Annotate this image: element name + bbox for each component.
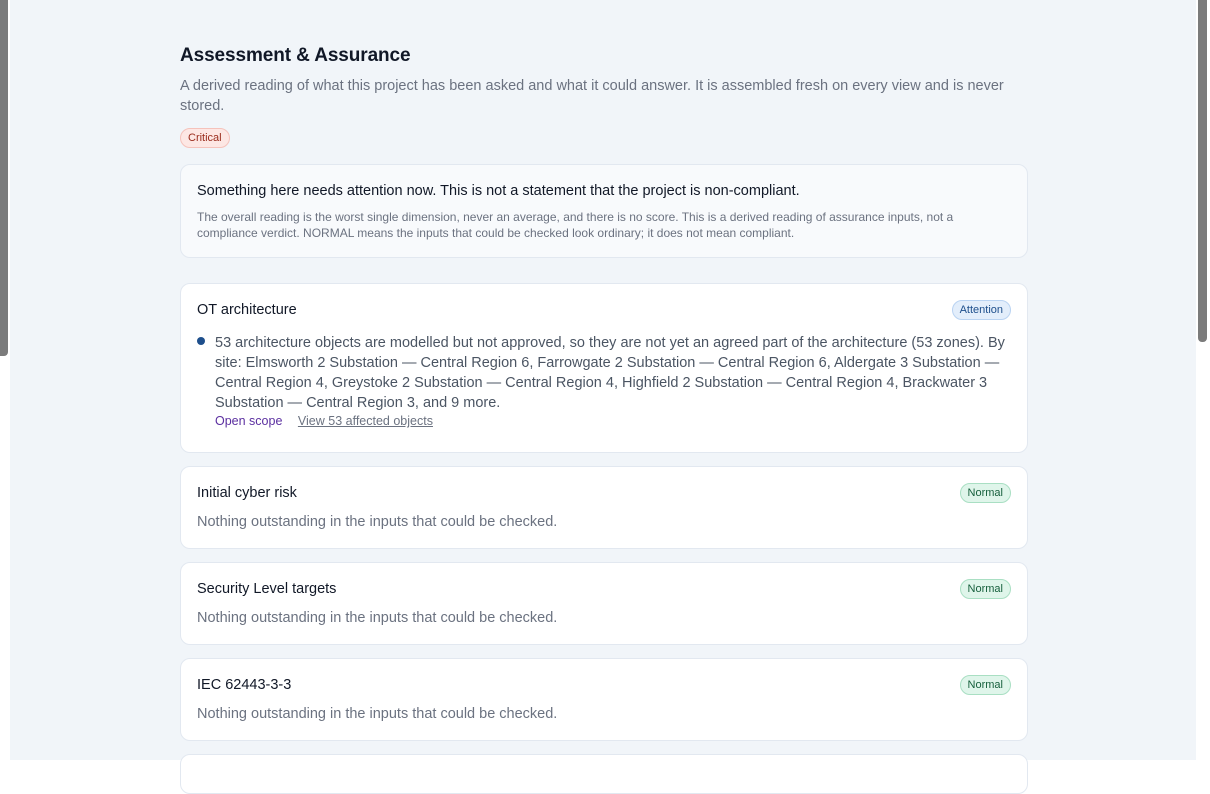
overall-summary-panel: Something here needs attention now. This…	[180, 164, 1028, 258]
summary-headline: Something here needs attention now. This…	[197, 183, 800, 199]
dimension-body: Nothing outstanding in the inputs that c…	[197, 706, 558, 722]
dimension-title: Initial cyber risk	[197, 485, 297, 501]
dimension-title: Security Level targets	[197, 581, 337, 597]
status-badge: Attention	[951, 300, 1011, 320]
dimension-card-initial-cyber-risk: Initial cyber risk Normal Nothing outsta…	[180, 466, 1028, 549]
finding-item: 53 architecture objects are modelled but…	[197, 333, 1011, 429]
status-badge: Normal	[959, 579, 1011, 599]
dimension-body: Nothing outstanding in the inputs that c…	[197, 514, 558, 530]
right-scrollbar-thumb[interactable]	[1198, 0, 1207, 342]
assessment-content: Assessment & Assurance A derived reading…	[180, 44, 1028, 794]
view-affected-objects-link[interactable]: View 53 affected objects	[298, 414, 433, 428]
status-badge: Normal	[959, 483, 1011, 503]
bullet-dot-icon	[197, 337, 205, 345]
summary-note: The overall reading is the worst single …	[197, 210, 954, 240]
dimension-card-security-level-targets: Security Level targets Normal Nothing ou…	[180, 562, 1028, 645]
status-badge: Normal	[959, 675, 1011, 695]
open-scope-link[interactable]: Open scope	[215, 414, 282, 428]
finding-text: 53 architecture objects are modelled but…	[215, 335, 1005, 411]
dimension-card-next	[180, 754, 1028, 794]
dimension-title: IEC 62443-3-3	[197, 677, 292, 693]
page-title: Assessment & Assurance	[180, 45, 411, 66]
page-subtitle: A derived reading of what this project h…	[180, 78, 1004, 114]
overall-status-badge: Critical	[180, 128, 230, 148]
dimension-body: Nothing outstanding in the inputs that c…	[197, 610, 558, 626]
left-scrollbar-thumb[interactable]	[0, 0, 8, 356]
dimension-card-ot-architecture: OT architecture Attention 53 architectur…	[180, 283, 1028, 453]
dimension-title: OT architecture	[197, 302, 297, 318]
dimension-card-iec-62443-3-3: IEC 62443-3-3 Normal Nothing outstanding…	[180, 658, 1028, 741]
